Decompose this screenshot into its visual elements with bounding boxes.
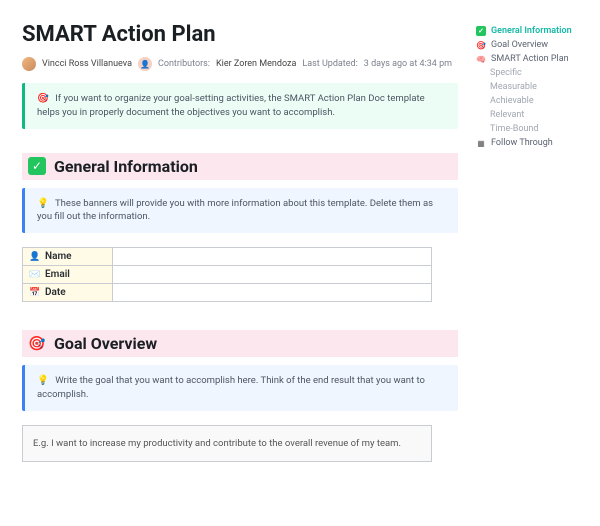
contributors-label: Contributors: [158, 59, 210, 69]
lightbulb-icon: 💡 [37, 198, 49, 209]
outline-label: Follow Through [491, 138, 553, 148]
table-row: 📅Date [23, 284, 432, 302]
field-input-name[interactable] [113, 248, 432, 266]
outline-label: Relevant [490, 110, 524, 120]
outline-label: Time-Bound [490, 124, 538, 134]
outline-item-measurable[interactable]: Measurable [476, 80, 594, 94]
contributors-icon[interactable]: 👤 [138, 57, 152, 71]
author-name[interactable]: Vincci Ross Villanueva [42, 59, 132, 69]
general-info-banner: 💡 These banners will provide you with mo… [22, 188, 458, 234]
intro-banner-text: If you want to organize your goal-settin… [37, 93, 425, 118]
target-icon: 🎯 [37, 93, 49, 104]
brain-icon: 🧠 [476, 54, 486, 64]
table-row: 👤Name [23, 248, 432, 266]
document-body: SMART Action Plan Vincci Ross Villanueva… [0, 0, 458, 462]
field-label-email: ✉️Email [23, 266, 113, 284]
outline-label: Achievable [490, 96, 534, 106]
intro-banner: 🎯 If you want to organize your goal-sett… [22, 83, 458, 129]
outline-item-achievable[interactable]: Achievable [476, 94, 594, 108]
section-title-goal: Goal Overview [54, 334, 157, 353]
field-label-date: 📅Date [23, 284, 113, 302]
meta-row: Vincci Ross Villanueva 👤 Contributors: K… [22, 57, 458, 71]
outline-item-relevant[interactable]: Relevant [476, 108, 594, 122]
outline-label: Goal Overview [491, 40, 548, 50]
goal-info-banner: 💡 Write the goal that you want to accomp… [22, 365, 458, 411]
section-heading-general: ✓ General Information [22, 153, 458, 180]
updated-value: 3 days ago at 4:34 pm [364, 59, 452, 69]
outline-label: SMART Action Plan [491, 54, 569, 64]
section-title-general: General Information [54, 157, 198, 176]
general-info-banner-text: These banners will provide you with more… [37, 198, 433, 223]
section-heading-goal: 🎯 Goal Overview [22, 330, 458, 357]
field-input-date[interactable] [113, 284, 432, 302]
outline-label: Measurable [490, 82, 537, 92]
field-label-name: 👤Name [23, 248, 113, 266]
calendar-icon: 📅 [29, 288, 41, 298]
outline-item-smart-action-plan[interactable]: 🧠 SMART Action Plan [476, 52, 594, 66]
target-icon: 🎯 [28, 335, 46, 353]
check-icon: ✓ [28, 157, 46, 175]
field-input-email[interactable] [113, 266, 432, 284]
outline-label: Specific [490, 68, 522, 78]
outline-label: General Information [491, 26, 572, 36]
outline-item-follow-through[interactable]: ▦ Follow Through [476, 136, 594, 150]
outline-item-time-bound[interactable]: Time-Bound [476, 122, 594, 136]
goal-input-box[interactable]: E.g. I want to increase my productivity … [22, 425, 432, 462]
page-title: SMART Action Plan [22, 22, 458, 47]
table-row: ✉️Email [23, 266, 432, 284]
document-outline: ✓ General Information 🎯 Goal Overview 🧠 … [476, 24, 594, 150]
goal-info-banner-text: Write the goal that you want to accompli… [37, 375, 425, 400]
contributors-names[interactable]: Kier Zoren Mendoza [216, 59, 296, 69]
general-info-table: 👤Name ✉️Email 📅Date [22, 247, 432, 302]
outline-item-specific[interactable]: Specific [476, 66, 594, 80]
target-icon: 🎯 [476, 40, 486, 50]
updated-label: Last Updated: [302, 59, 357, 69]
outline-item-goal-overview[interactable]: 🎯 Goal Overview [476, 38, 594, 52]
check-icon: ✓ [476, 26, 486, 36]
person-icon: 👤 [29, 252, 41, 262]
grid-icon: ▦ [476, 138, 486, 148]
mail-icon: ✉️ [29, 270, 41, 280]
author-avatar[interactable] [22, 57, 36, 71]
lightbulb-icon: 💡 [37, 375, 49, 386]
outline-item-general-information[interactable]: ✓ General Information [476, 24, 594, 38]
